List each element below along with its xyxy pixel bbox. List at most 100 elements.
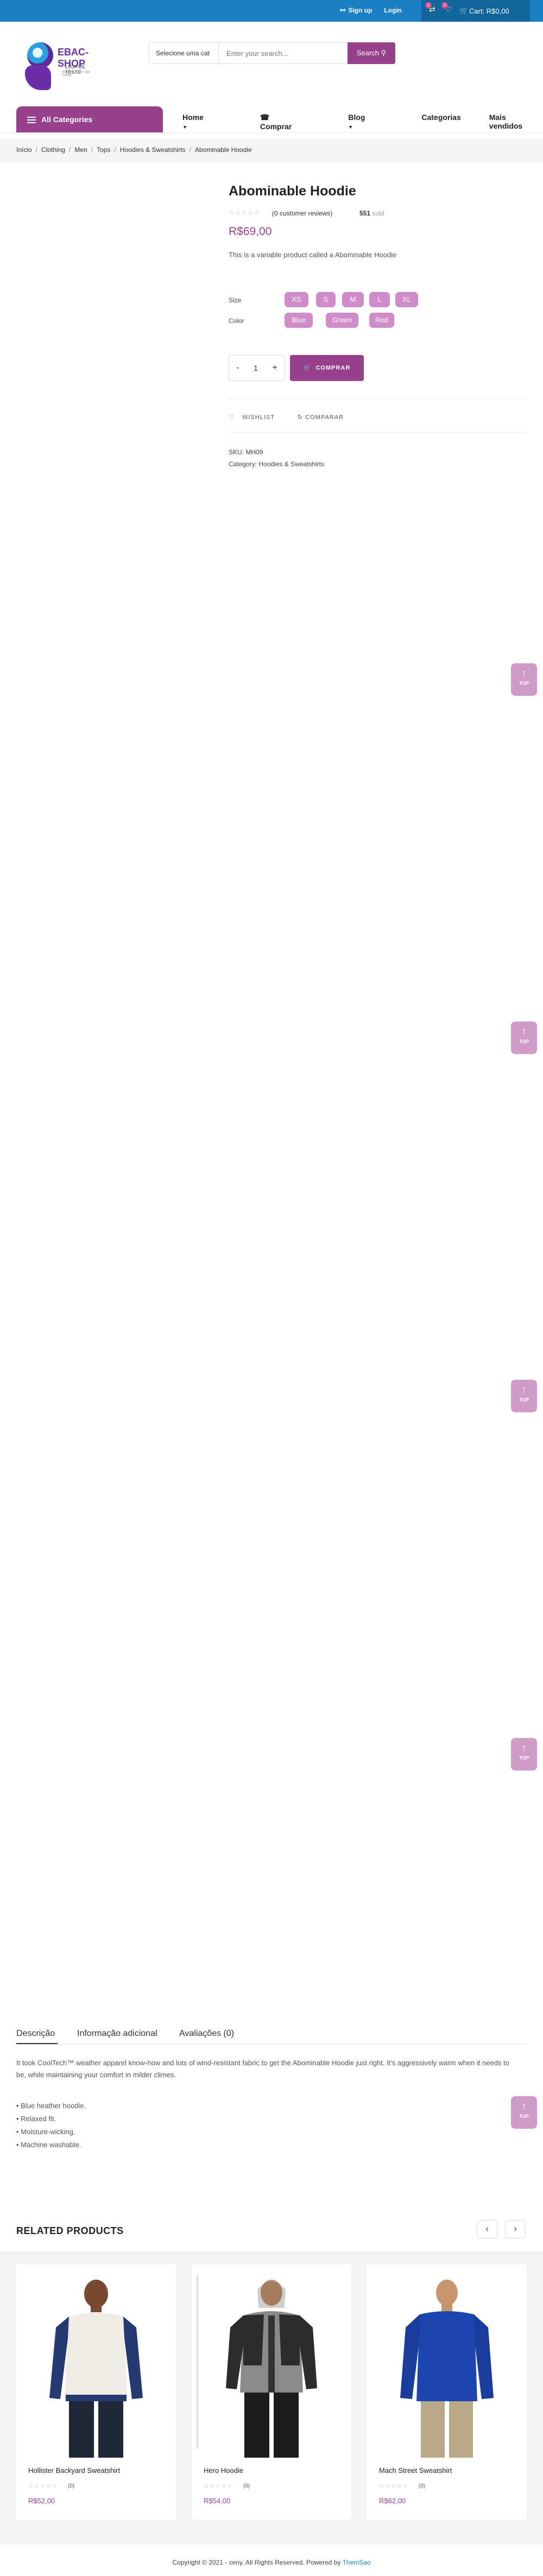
powered-by-link[interactable]: ThemSao <box>343 2559 371 2566</box>
search-bar: Selecione uma cat Search ⚲ <box>149 42 395 64</box>
tabs-divider <box>16 2044 527 2045</box>
site-logo[interactable]: EBAC-SHOP LOJA DE TESTE Automação de Loj… <box>24 38 94 95</box>
color-green[interactable]: Green <box>326 313 358 328</box>
rating-stars: ☆☆☆☆☆ <box>229 209 261 217</box>
compare-icon[interactable]: ⇄ 0 <box>425 2 439 16</box>
related-products-title: RELATED PRODUCTS <box>16 2225 124 2236</box>
nav-categorias[interactable]: Categorias <box>421 113 460 131</box>
arrow-up-icon: ↑ <box>521 1742 527 1753</box>
color-label: Color <box>229 317 244 325</box>
nav-home[interactable]: Home ▼ <box>182 113 232 131</box>
arrow-up-icon: ↑ <box>521 1384 527 1395</box>
heart-icon[interactable]: ♡ 0 <box>441 2 455 16</box>
product-price: R$69,00 <box>229 225 272 238</box>
bullet-item: • Relaxed fit. <box>16 2115 56 2123</box>
product-title: Abominable Hoodie <box>229 183 356 199</box>
rating-stars: ☆☆☆☆☆ <box>28 2483 58 2490</box>
caret-down-icon: ▼ <box>182 124 187 130</box>
breadcrumb-men[interactable]: Men <box>74 146 87 154</box>
logo-globe <box>27 42 53 68</box>
scroll-top-button[interactable]: ↑TOP <box>511 1380 537 1412</box>
size-xl[interactable]: XL <box>395 292 418 307</box>
breadcrumb-tops[interactable]: Tops <box>97 146 110 154</box>
nav-divider <box>0 132 543 133</box>
chevron-right-icon: › <box>514 2223 517 2234</box>
size-m[interactable]: M <box>342 292 364 307</box>
scroll-top-button[interactable]: ↑TOP <box>511 2096 537 2129</box>
nav-blog[interactable]: Blog ▼ <box>348 113 393 131</box>
related-product-card[interactable]: Hero Hoodie ☆☆☆☆☆ (0) R$54,00 <box>192 2264 351 2520</box>
search-category-select[interactable]: Selecione uma cat <box>149 43 219 64</box>
footer: Copyright © 2021 - ceny. All Rights Rese… <box>0 2545 543 2576</box>
all-categories-button[interactable]: All Categories <box>16 106 163 132</box>
product-price: R$54,00 <box>204 2497 231 2505</box>
color-blue[interactable]: Blue <box>285 313 313 328</box>
description-bullets: • Blue heather hoodie. • Relaxed fit. • … <box>16 2099 86 2152</box>
wishlist-button[interactable]: ♡ WISHLIST <box>229 414 275 421</box>
nav-mais-vendidos[interactable]: Mais vendidos <box>489 113 522 131</box>
nav-comprar[interactable]: ☎ Comprar <box>260 113 320 131</box>
qty-minus-button[interactable]: - <box>236 363 239 373</box>
refresh-icon: ↻ <box>298 414 304 421</box>
rating-stars: ☆☆☆☆☆ <box>379 2483 409 2490</box>
product-short-description: This is a variable product called a Abom… <box>229 251 397 259</box>
headset-icon: ☎ <box>260 113 270 122</box>
review-count-link[interactable]: (0 customer reviews) <box>272 210 332 217</box>
compare-count-badge: 0 <box>425 2 432 9</box>
active-tab-indicator <box>16 2043 58 2044</box>
scroll-top-button[interactable]: ↑TOP <box>511 1021 537 1054</box>
product-image-blue-sweatshirt[interactable] <box>387 2273 507 2458</box>
breadcrumb-current: Abominable Hoodie <box>194 146 252 154</box>
product-category[interactable]: Category: Hoodies & Sweatshirts <box>229 460 324 468</box>
breadcrumb-clothing[interactable]: Clothing <box>41 146 65 154</box>
description-text: It took CoolTech™ weather apparel know-h… <box>16 2059 509 2079</box>
product-name[interactable]: Hero Hoodie <box>204 2466 243 2475</box>
buy-button[interactable]: 🛒 COMPRAR <box>290 355 364 381</box>
sold-count: 551 sold <box>359 210 384 217</box>
signup-link[interactable]: ⚯ Sign up <box>340 7 372 14</box>
account-links: ⚯ Sign up Login <box>340 7 402 14</box>
scroll-top-button[interactable]: ↑TOP <box>511 663 537 696</box>
size-l[interactable]: L <box>369 292 390 307</box>
tab-avaliacoes[interactable]: Avaliações (0) <box>179 2029 234 2039</box>
breadcrumb-hoodies[interactable]: Hoodies & Sweatshirts <box>120 146 186 154</box>
product-image-sweatshirt[interactable] <box>36 2273 156 2458</box>
size-xs[interactable]: XS <box>285 292 308 307</box>
arrow-up-icon: ↑ <box>521 668 527 678</box>
compare-button[interactable]: ↻ COMPARAR <box>298 414 344 421</box>
related-next-button[interactable]: › <box>505 2220 526 2238</box>
cart-icon: 🛒 <box>303 365 312 371</box>
divider <box>229 432 527 433</box>
size-label: Size <box>229 296 242 304</box>
cart-label[interactable]: Cart: R$0,00 <box>469 7 509 15</box>
product-price: R$62,00 <box>379 2497 406 2505</box>
arrow-up-icon: ↑ <box>521 1026 527 1037</box>
cart-icon: 🛒 <box>459 7 469 15</box>
product-sku: SKU: MH09 <box>229 448 263 456</box>
heart-icon: ♡ <box>229 414 235 421</box>
copyright-text: Copyright © 2021 - ceny. All Rights Rese… <box>172 2559 341 2566</box>
search-button[interactable]: Search ⚲ <box>348 42 395 64</box>
scroll-top-button[interactable]: ↑TOP <box>511 1738 537 1771</box>
bullet-item: • Machine washable. <box>16 2141 81 2149</box>
qty-plus-button[interactable]: + <box>272 363 277 373</box>
product-name[interactable]: Hollister Backyard Sweatshirt <box>28 2466 120 2475</box>
tab-descricao[interactable]: Descrição <box>16 2029 55 2039</box>
quantity-stepper: - 1 + <box>229 355 285 381</box>
product-price: R$52,00 <box>28 2497 55 2505</box>
product-image-hoodie[interactable] <box>212 2273 331 2458</box>
related-product-card[interactable]: Hollister Backyard Sweatshirt ☆☆☆☆☆ (0) … <box>16 2264 176 2520</box>
related-product-card[interactable]: Mach Street Sweatshirt ☆☆☆☆☆ (0) R$62,00 <box>367 2264 527 2520</box>
breadcrumb-inicio[interactable]: Início <box>16 146 32 154</box>
user-icon: ⚯ <box>340 7 346 14</box>
color-red[interactable]: Red <box>369 313 394 328</box>
chevron-left-icon: ‹ <box>485 2223 489 2234</box>
bullet-item: • Blue heather hoodie. <box>16 2102 86 2110</box>
tab-informacao-adicional[interactable]: Informação adicional <box>77 2029 157 2039</box>
size-s[interactable]: S <box>316 292 336 307</box>
related-prev-button[interactable]: ‹ <box>477 2220 497 2238</box>
login-link[interactable]: Login <box>384 7 402 14</box>
product-name[interactable]: Mach Street Sweatshirt <box>379 2466 452 2475</box>
search-input[interactable] <box>219 43 348 64</box>
qty-value[interactable]: 1 <box>254 364 258 372</box>
